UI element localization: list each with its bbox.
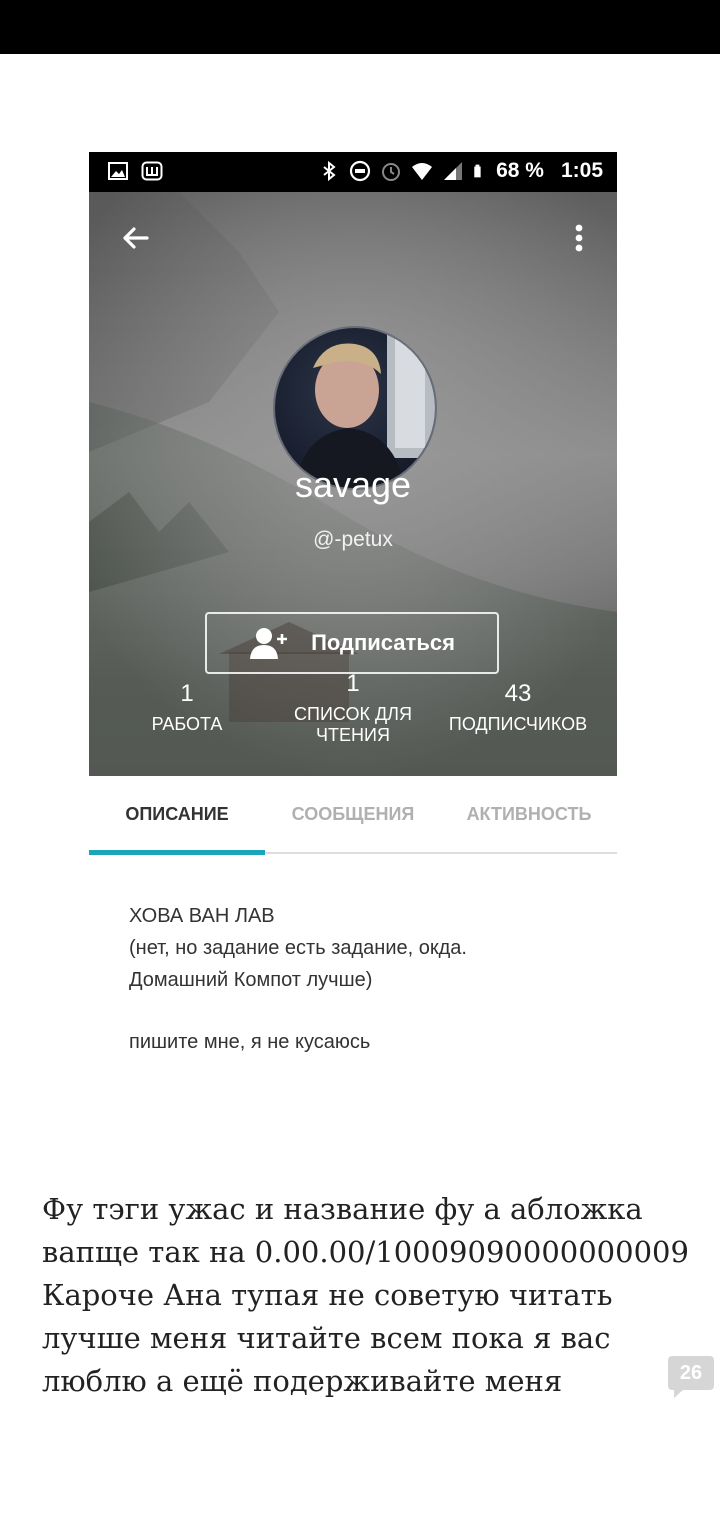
comment-line: лучше меня читайте всем пока я вас: [42, 1321, 611, 1355]
stat-works-label: РАБОТА: [151, 714, 223, 734]
profile-description: ХОВА ВАН ЛАВ (нет, но задание есть задан…: [129, 900, 589, 1058]
battery-percentage: 68 %: [496, 159, 544, 182]
stat-reading-lists-value: 1: [346, 670, 360, 697]
status-bar: 68 % 1:05: [89, 152, 617, 192]
stat-followers-label: ПОДПИСЧИКОВ: [448, 714, 588, 734]
comment-line: Кароче Ана тупая не советую читать: [42, 1278, 613, 1312]
profile-screenshot: 68 % 1:05 savage @-petux Подписаться 1 Р…: [89, 152, 617, 1077]
dnd-icon: [349, 160, 371, 182]
display-name: savage: [294, 464, 412, 505]
description-line: (нет, но задание есть задание, окда.: [129, 937, 467, 959]
username: @-petux: [313, 528, 393, 551]
stat-reading-lists[interactable]: 1 СПИСОК ДЛЯ ЧТЕНИЯ: [273, 670, 433, 746]
back-arrow-icon[interactable]: [117, 220, 153, 256]
comment-line: люблю а ещё подерживайте меня: [42, 1364, 563, 1398]
stat-followers-value: 43: [504, 680, 532, 707]
battery-icon: [474, 164, 481, 178]
description-line: Домашний Компот лучше): [129, 969, 373, 991]
bluetooth-icon: [323, 160, 336, 182]
stat-followers[interactable]: 43 ПОДПИСЧИКОВ: [437, 680, 599, 735]
signal-icon: [444, 162, 463, 180]
stat-works-value: 1: [180, 680, 194, 707]
alarm-icon: [382, 163, 401, 181]
comment-count-badge[interactable]: 26: [668, 1356, 714, 1398]
profile-header: savage @-petux Подписаться 1 РАБОТА 1 СП…: [89, 192, 617, 776]
description-line: ХОВА ВАН ЛАВ: [129, 905, 275, 927]
tab-description[interactable]: ОПИСАНИЕ: [89, 804, 265, 825]
profile-tabs: ОПИСАНИЕ СООБЩЕНИЯ АКТИВНОСТЬ: [89, 776, 617, 858]
add-user-icon: [250, 628, 288, 659]
tab-activity[interactable]: АКТИВНОСТЬ: [441, 804, 617, 825]
stat-works[interactable]: 1 РАБОТА: [117, 680, 257, 735]
clock: 1:05: [560, 159, 603, 182]
top-black-bar: [0, 0, 720, 54]
comment-line: Фу тэги ужас и название фу а абложка: [42, 1192, 643, 1226]
comment-text: Фу тэги ужас и название фу а абложка вап…: [42, 1188, 689, 1403]
stat-reading-lists-label: СПИСОК ДЛЯ ЧТЕНИЯ: [294, 704, 412, 745]
tab-messages[interactable]: СООБЩЕНИЯ: [265, 804, 441, 825]
active-tab-indicator: [89, 850, 265, 855]
follow-button-label: Подписаться: [311, 630, 455, 655]
app-icon: [141, 161, 163, 181]
description-footer: пишите мне, я не кусаюсь: [129, 1031, 371, 1053]
follow-button[interactable]: Подписаться: [205, 612, 499, 674]
comment-line: вапще так на 0.00.00/10009090000000009: [42, 1235, 689, 1269]
image-icon: [108, 162, 128, 180]
wifi-icon: [412, 163, 433, 180]
more-options-icon[interactable]: [567, 220, 591, 256]
